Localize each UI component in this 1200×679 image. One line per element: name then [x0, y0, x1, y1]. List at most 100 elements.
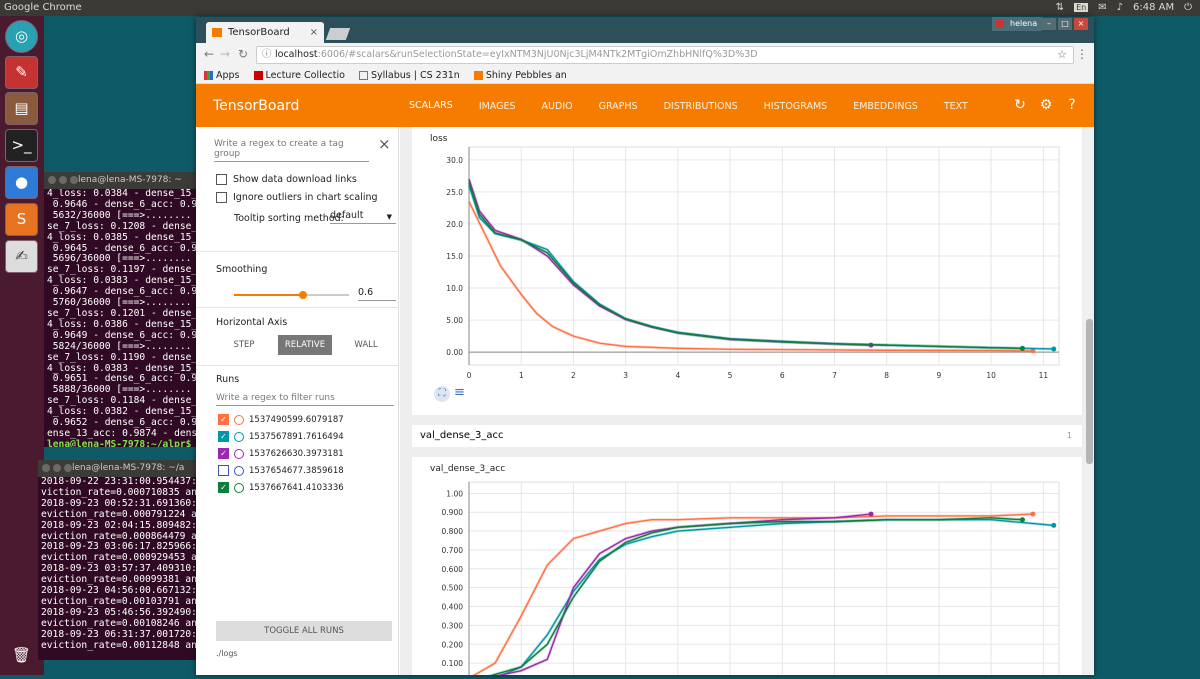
acc-chart[interactable]: val_dense_3_acc 1.00 0.900 0.800 0.700 0.600 0…	[412, 457, 1082, 679]
page-info-icon[interactable]: ⓘ	[262, 47, 272, 63]
run-checkbox[interactable]: ✓	[218, 414, 229, 425]
run-color-circle[interactable]	[234, 431, 244, 442]
profile-button[interactable]: helena	[992, 17, 1042, 31]
mail-icon[interactable]: ✉	[1098, 2, 1106, 13]
run-checkbox[interactable]: ✓	[218, 482, 229, 493]
run-color-circle[interactable]	[234, 465, 244, 476]
show-download-checkbox[interactable]: Show data download links	[216, 174, 357, 185]
terminal-line: 5824/36000 [===>........	[47, 340, 192, 352]
x-tick-label: 9	[937, 371, 942, 380]
header-actions: ↻ ⚙ ?	[1012, 97, 1080, 113]
bookmark-star-icon[interactable]: ☆	[1057, 47, 1067, 63]
forward-icon[interactable]: →	[220, 47, 230, 61]
bookmark-apps[interactable]: Apps	[204, 67, 240, 83]
files-icon[interactable]: ▤	[5, 92, 38, 125]
address-bar[interactable]: ⓘ localhost:6006/#scalars&runSelectionSt…	[256, 46, 1074, 64]
ignore-outliers-checkbox[interactable]: Ignore outliers in chart scaling	[216, 192, 378, 203]
terminal-titlebar[interactable]: lena@lena-MS-7978: ~/a	[38, 460, 196, 477]
network-icon[interactable]: ⇅	[1056, 2, 1064, 13]
terminal-icon[interactable]: >_	[5, 129, 38, 162]
run-color-circle[interactable]	[234, 448, 244, 459]
clock[interactable]: 6:48 AM	[1133, 2, 1174, 13]
axis-step-button[interactable]: STEP	[222, 335, 266, 355]
run-checkbox[interactable]: ✓	[218, 448, 229, 459]
bookmark-shiny[interactable]: Shiny Pebbles an	[473, 67, 567, 83]
tag-group-input[interactable]: Write a regex to create a tag group	[214, 139, 369, 162]
tooltip-sort-select[interactable]: default ▼	[330, 210, 396, 224]
chrome-icon[interactable]: ●	[5, 166, 38, 199]
log-scale-icon[interactable]: ≡	[454, 385, 465, 400]
tab-scalars[interactable]: SCALARS	[396, 84, 466, 129]
scrollbar-thumb[interactable]	[1086, 319, 1093, 464]
loss-chart-card: loss 30.0 25.0 20.0 15.0 10.0 5.00 0.00 0 1 2 3 4 5 6 7…	[412, 127, 1082, 415]
plot-frame	[468, 481, 1060, 679]
fit-domain-icon[interactable]: ⛶	[434, 386, 450, 402]
series-endpoint	[1019, 345, 1025, 351]
tab-audio[interactable]: AUDIO	[529, 84, 586, 129]
browser-tab[interactable]: TensorBoard ×	[206, 22, 324, 43]
bookmark-lecture[interactable]: Lecture Collectio	[253, 67, 345, 83]
page-scrollbar[interactable]	[1085, 127, 1094, 675]
run-item[interactable]: ✓ 1537567891.7616494	[218, 431, 344, 442]
trash-icon[interactable]: 🗑	[5, 640, 38, 673]
power-icon[interactable]: ⏻	[1184, 2, 1192, 13]
volume-icon[interactable]: ♪	[1117, 2, 1123, 13]
reload-icon[interactable]: ↻	[1012, 97, 1028, 113]
run-item[interactable]: ✓ 1537490599.6079187	[218, 414, 344, 425]
smoothing-slider[interactable]	[234, 291, 349, 299]
section-header[interactable]: val_dense_3_acc 1	[412, 425, 1082, 447]
bookmark-syllabus[interactable]: Syllabus | CS 231n	[359, 67, 460, 83]
checkbox-box[interactable]	[216, 174, 227, 185]
keyboard-layout-indicator[interactable]: En	[1074, 3, 1089, 12]
slider-knob[interactable]	[299, 291, 307, 299]
clear-icon[interactable]: ×	[378, 135, 391, 153]
run-checkbox[interactable]: ✓	[218, 431, 229, 442]
series-endpoint	[868, 511, 874, 517]
close-tab-icon[interactable]: ×	[310, 22, 318, 43]
tab-distributions[interactable]: DISTRIBUTIONS	[651, 84, 751, 129]
ubuntu-icon[interactable]: ◎	[5, 20, 38, 53]
maximize-icon[interactable]: □	[1058, 18, 1072, 30]
loss-chart[interactable]: loss 30.0 25.0 20.0 15.0 10.0 5.00 0.00 0 1 2 3 4 5 6 7…	[412, 127, 1082, 415]
checkbox-label: Ignore outliers in chart scaling	[233, 192, 378, 203]
y-tick-label: 0.300	[442, 621, 464, 630]
terminal-titlebar[interactable]: lena@lena-MS-7978: ~	[44, 172, 196, 189]
slider-fill	[234, 294, 303, 296]
new-tab-button[interactable]	[325, 28, 351, 40]
y-tick-label: 0.800	[442, 527, 464, 536]
toggle-all-runs-button[interactable]: TOGGLE ALL RUNS	[216, 621, 392, 641]
run-item[interactable]: ✓ 1537667641.4103336	[218, 482, 344, 493]
tab-images[interactable]: IMAGES	[466, 84, 529, 129]
runs-filter-input[interactable]: Write a regex to filter runs	[216, 393, 394, 406]
tab-histograms[interactable]: HISTOGRAMS	[751, 84, 841, 129]
axis-wall-button[interactable]: WALL	[344, 335, 388, 355]
window-controls[interactable]	[42, 464, 72, 472]
settings-gear-icon[interactable]: ⚙	[1038, 97, 1054, 113]
back-icon[interactable]: ←	[204, 47, 214, 61]
checkbox-box[interactable]	[216, 192, 227, 203]
smoothing-input[interactable]: 0.6	[358, 287, 396, 301]
chrome-menu-icon[interactable]: ⋮	[1076, 47, 1088, 61]
run-color-circle[interactable]	[234, 414, 244, 425]
run-item[interactable]: 1537654677.3859618	[218, 465, 344, 476]
text-editor-icon[interactable]: ✍	[5, 240, 38, 273]
window-controls: – □ ×	[1042, 18, 1088, 30]
run-color-circle[interactable]	[234, 482, 244, 493]
tab-text[interactable]: TEXT	[931, 84, 981, 129]
run-item[interactable]: ✓ 1537626630.3973181	[218, 448, 344, 459]
terminal-window-eviction[interactable]: lena@lena-MS-7978: ~/a 2018-09-22 23:31:…	[38, 460, 196, 660]
settings-icon[interactable]: ✎	[5, 56, 38, 89]
reload-icon[interactable]: ↻	[238, 47, 248, 61]
tab-embeddings[interactable]: EMBEDDINGS	[840, 84, 931, 129]
window-controls[interactable]	[48, 176, 78, 184]
tab-graphs[interactable]: GRAPHS	[586, 84, 651, 129]
run-checkbox[interactable]	[218, 465, 229, 476]
tooltip-sort-label: Tooltip sorting method:	[234, 213, 344, 224]
axis-relative-button[interactable]: RELATIVE	[278, 335, 332, 355]
minimize-icon[interactable]: –	[1042, 18, 1056, 30]
close-icon[interactable]: ×	[1074, 18, 1088, 30]
help-icon[interactable]: ?	[1064, 97, 1080, 113]
sublime-icon[interactable]: S	[5, 203, 38, 236]
terminal-window-training[interactable]: lena@lena-MS-7978: ~ 4_loss: 0.0384 - de…	[44, 172, 196, 447]
tooltip-sort-value: default	[330, 210, 364, 221]
